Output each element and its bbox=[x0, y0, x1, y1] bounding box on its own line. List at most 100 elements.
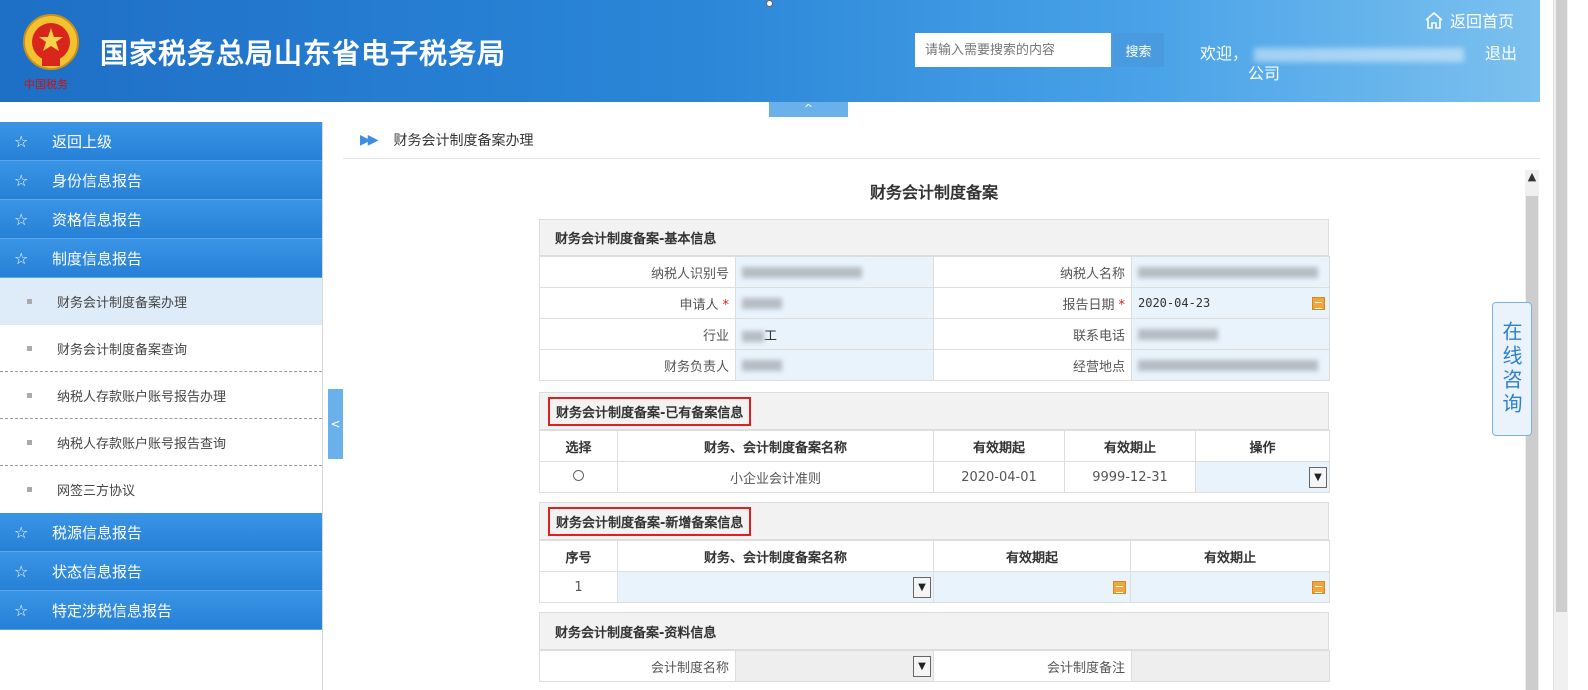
system-name-label: 会计制度名称 bbox=[539, 650, 736, 682]
col-name: 财务、会计制度备案名称 bbox=[617, 540, 934, 572]
table-row: 小企业会计准则 2020-04-01 9999-12-31 ▼ bbox=[539, 461, 1330, 493]
applicant-label: 申请人 * bbox=[539, 287, 736, 319]
taxpayer-name-label: 纳税人名称 bbox=[933, 256, 1132, 288]
sidebar-item-status[interactable]: ☆ 状态信息报告 bbox=[0, 552, 322, 591]
radio-icon[interactable] bbox=[573, 469, 584, 481]
page-scroll-thumb[interactable] bbox=[1556, 0, 1567, 612]
col-end: 有效期止 bbox=[1130, 540, 1330, 572]
taxpayer-name-field[interactable] bbox=[1131, 256, 1330, 288]
action-select[interactable]: ▼ bbox=[1195, 461, 1330, 493]
address-label: 经营地点 bbox=[933, 349, 1132, 381]
company-suffix: 公司 bbox=[1248, 64, 1281, 83]
finance-head-label: 财务负责人 bbox=[539, 349, 736, 381]
filing-name-cell: 小企业会计准则 bbox=[617, 461, 934, 493]
system-note-label: 会计制度备注 bbox=[933, 650, 1132, 682]
sidebar-item-system[interactable]: ☆ 制度信息报告 bbox=[0, 239, 322, 278]
header-collapse-tab[interactable]: ^ bbox=[769, 102, 848, 117]
taxpayer-id-field[interactable] bbox=[735, 256, 934, 288]
sidebar-item-back[interactable]: ☆ 返回上级 bbox=[0, 122, 322, 161]
address-field[interactable] bbox=[1131, 349, 1330, 381]
page-scrollbar[interactable] bbox=[1553, 0, 1568, 690]
form-content: 财务会计制度备案 财务会计制度备案-基本信息 纳税人识别号 纳税人名称 申请人 *… bbox=[343, 159, 1525, 690]
dropdown-arrow-icon[interactable]: ▼ bbox=[1309, 467, 1327, 488]
new-filing-name-select[interactable]: ▼ bbox=[617, 571, 934, 603]
new-start-date-field[interactable] bbox=[933, 571, 1131, 603]
home-icon bbox=[1425, 11, 1443, 29]
seq-cell: 1 bbox=[539, 571, 618, 603]
star-icon: ☆ bbox=[14, 209, 29, 229]
star-icon: ☆ bbox=[14, 131, 29, 151]
industry-label: 行业 bbox=[539, 318, 736, 350]
bullet-icon bbox=[27, 345, 32, 351]
sidebar-subitem-filing[interactable]: 财务会计制度备案办理 bbox=[0, 278, 322, 325]
scroll-thumb[interactable] bbox=[1526, 196, 1538, 690]
search-input[interactable] bbox=[915, 33, 1111, 67]
bullet-icon bbox=[27, 392, 32, 398]
filing-start-cell: 2020-04-01 bbox=[933, 461, 1065, 493]
sidebar-toggle[interactable]: < bbox=[328, 389, 343, 459]
existing-filings-table: 选择 财务、会计制度备案名称 有效期起 有效期止 操作 小企业会计准则 2020… bbox=[539, 430, 1330, 493]
sidebar-item-qualification[interactable]: ☆ 资格信息报告 bbox=[0, 200, 322, 239]
header: 中国税务 国家税务总局山东省电子税务局 搜索 返回首页 欢迎， 公司 退出 bbox=[0, 0, 1540, 102]
system-name-select[interactable]: ▼ bbox=[735, 650, 934, 682]
finance-head-field[interactable] bbox=[735, 349, 934, 381]
star-icon: ☆ bbox=[14, 170, 29, 190]
resize-handle[interactable] bbox=[766, 0, 773, 7]
taxpayer-id-label: 纳税人识别号 bbox=[539, 256, 736, 288]
system-note-field[interactable] bbox=[1131, 650, 1330, 682]
table-row: 行业 工 联系电话 bbox=[539, 318, 1330, 350]
dropdown-arrow-icon[interactable]: ▼ bbox=[913, 577, 931, 598]
section-material-info: 财务会计制度备案-资料信息 bbox=[539, 612, 1329, 650]
table-header-row: 选择 财务、会计制度备案名称 有效期起 有效期止 操作 bbox=[539, 430, 1330, 462]
star-icon: ☆ bbox=[14, 600, 29, 620]
report-date-field[interactable]: 2020-04-23 bbox=[1131, 287, 1330, 319]
logout-link[interactable]: 退出 bbox=[1485, 40, 1517, 64]
new-end-date-field[interactable] bbox=[1130, 571, 1330, 603]
emblem-icon bbox=[23, 14, 79, 70]
col-name: 财务、会计制度备案名称 bbox=[617, 430, 934, 462]
basic-info-table: 纳税人识别号 纳税人名称 申请人 * 报告日期 * 2020-04-23 行业 工 … bbox=[539, 256, 1330, 381]
applicant-field[interactable] bbox=[735, 287, 934, 319]
dropdown-arrow-icon[interactable]: ▼ bbox=[913, 656, 931, 677]
table-row: 纳税人识别号 纳税人名称 bbox=[539, 256, 1330, 288]
table-row: 申请人 * 报告日期 * 2020-04-23 bbox=[539, 287, 1330, 319]
sidebar-subitem-filing-query[interactable]: 财务会计制度备案查询 bbox=[0, 325, 322, 372]
sidebar-subitem-tripartite[interactable]: 网签三方协议 bbox=[0, 466, 322, 513]
home-link[interactable]: 返回首页 bbox=[1424, 8, 1514, 32]
scroll-up-icon[interactable]: ▲ bbox=[1525, 170, 1539, 192]
report-date-label: 报告日期 * bbox=[933, 287, 1132, 319]
calendar-icon[interactable] bbox=[1113, 581, 1126, 594]
section-basic-info: 财务会计制度备案-基本信息 bbox=[539, 219, 1329, 256]
col-select: 选择 bbox=[539, 430, 618, 462]
bullet-icon bbox=[27, 487, 32, 492]
online-consult-button[interactable]: 在线咨询 bbox=[1492, 302, 1532, 436]
phone-label: 联系电话 bbox=[933, 318, 1132, 350]
username-redacted bbox=[1254, 47, 1465, 62]
calendar-icon[interactable] bbox=[1312, 581, 1325, 594]
table-header-row: 序号 财务、会计制度备案名称 有效期起 有效期止 bbox=[539, 540, 1330, 572]
col-end: 有效期止 bbox=[1064, 430, 1196, 462]
bullet-icon bbox=[27, 439, 32, 445]
material-info-table: 会计制度名称 ▼ 会计制度备注 bbox=[539, 650, 1330, 682]
select-cell bbox=[539, 461, 618, 493]
section-new-filings: 财务会计制度备案-新增备案信息 bbox=[539, 502, 1329, 540]
star-icon: ☆ bbox=[14, 248, 29, 268]
sidebar-subitem-account-query[interactable]: 纳税人存款账户账号报告查询 bbox=[0, 419, 322, 466]
sidebar-item-tax-source[interactable]: ☆ 税源信息报告 bbox=[0, 513, 322, 552]
site-title: 国家税务总局山东省电子税务局 bbox=[100, 37, 507, 70]
col-action: 操作 bbox=[1195, 430, 1330, 462]
sidebar-subitem-account-report[interactable]: 纳税人存款账户账号报告办理 bbox=[0, 372, 322, 419]
section-existing-filings: 财务会计制度备案-已有备案信息 bbox=[539, 392, 1329, 430]
col-start: 有效期起 bbox=[933, 430, 1065, 462]
phone-field[interactable] bbox=[1131, 318, 1330, 350]
home-link-label: 返回首页 bbox=[1450, 12, 1515, 31]
emblem-subtitle: 中国税务 bbox=[24, 78, 68, 91]
new-filings-table: 序号 财务、会计制度备案名称 有效期起 有效期止 1 ▼ bbox=[539, 540, 1330, 603]
star-icon: ☆ bbox=[14, 561, 29, 581]
sidebar-item-special[interactable]: ☆ 特定涉税信息报告 bbox=[0, 591, 322, 630]
search-button[interactable]: 搜索 bbox=[1113, 33, 1164, 67]
sidebar-item-identity[interactable]: ☆ 身份信息报告 bbox=[0, 161, 322, 200]
star-icon: ☆ bbox=[14, 522, 29, 542]
industry-field[interactable]: 工 bbox=[735, 318, 934, 350]
calendar-icon[interactable] bbox=[1312, 297, 1325, 310]
